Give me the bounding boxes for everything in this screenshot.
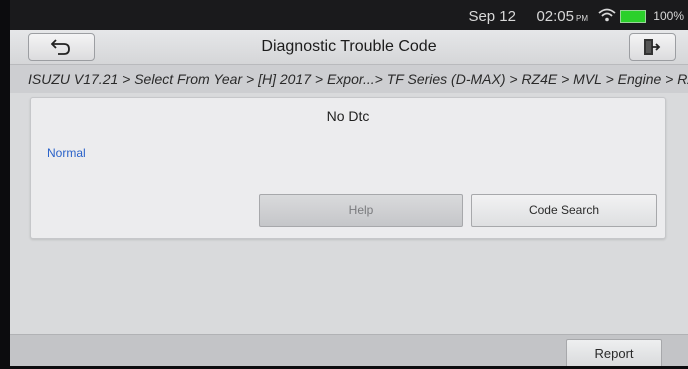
screen-bezel-left — [0, 0, 10, 369]
dtc-status: Normal — [47, 146, 86, 160]
breadcrumb: ISUZU V17.21 > Select From Year > [H] 20… — [10, 65, 688, 93]
dtc-panel: No Dtc Normal Help Code Search — [30, 97, 666, 239]
status-date: Sep 12 — [468, 8, 516, 25]
title-bar: Diagnostic Trouble Code — [10, 30, 688, 65]
status-bar: Sep 12 02:05 PM 100% — [10, 0, 688, 30]
dtc-title: No Dtc — [326, 108, 370, 124]
footer-bar: Report — [10, 334, 688, 368]
status-ampm: PM — [576, 14, 588, 23]
wifi-icon — [598, 8, 616, 22]
page-title: Diagnostic Trouble Code — [261, 38, 437, 55]
exit-icon — [644, 39, 661, 55]
battery-icon — [620, 10, 646, 23]
status-time-value: 02:05 — [536, 8, 574, 25]
exit-button[interactable] — [629, 33, 676, 61]
report-button[interactable]: Report — [566, 339, 662, 368]
help-button[interactable]: Help — [259, 194, 463, 227]
code-search-button[interactable]: Code Search — [471, 194, 657, 227]
status-time: 02:05 PM — [536, 8, 588, 25]
battery-percent: 100% — [653, 9, 684, 23]
